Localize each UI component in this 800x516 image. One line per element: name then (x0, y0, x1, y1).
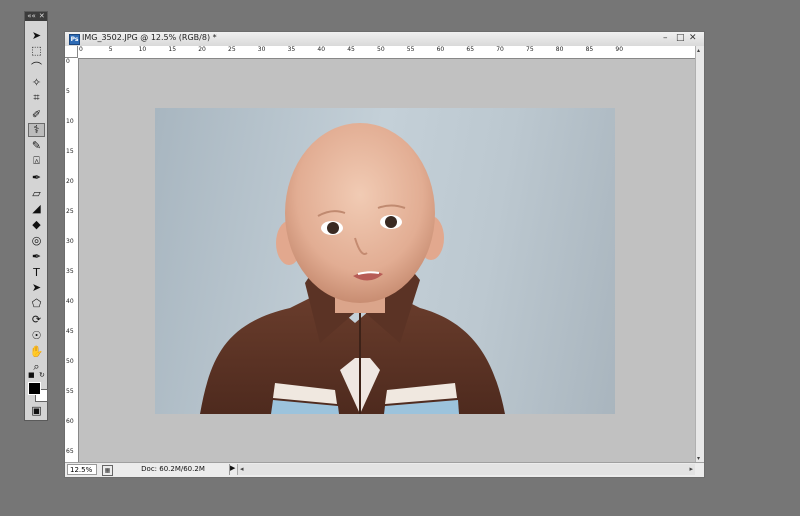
hand-tool-icon[interactable]: ✋ (28, 344, 45, 358)
ruler-top-label: 50 (377, 46, 385, 53)
ruler-origin[interactable] (65, 46, 78, 58)
ruler-top-label: 30 (257, 46, 266, 53)
photoshop-app-icon: Ps (69, 34, 80, 45)
scroll-up-icon[interactable]: ▴ (697, 47, 700, 54)
ruler-left-label: 30 (66, 238, 74, 245)
document-titlebar[interactable]: Ps IMG_3502.JPG @ 12.5% (RGB/8) * – □ ✕ (65, 32, 704, 47)
ruler-left-label: 65 (66, 448, 74, 455)
collapse-panel-icon[interactable]: «« (27, 12, 36, 21)
type-tool-icon[interactable]: T (28, 265, 45, 279)
lasso-tool-icon[interactable]: ⌒ (28, 60, 45, 74)
magic-wand-tool-icon[interactable]: ✧ (28, 75, 45, 89)
blur-tool-icon[interactable]: ◆ (28, 218, 45, 232)
ruler-left-label: 50 (66, 358, 74, 365)
tools-panel: «« ✕ ➤ ⬚ ⌒ ✧ ⌗ ✐ ⚕ ✎ ⍓ ✒ ▱ ◢ ◆ ◎ ✒ T ➤ ⬠ ⟳ ☉ ✋ ⌕ ■ ↻ ▣ (24, 11, 48, 421)
dodge-tool-icon[interactable]: ◎ (28, 233, 45, 247)
child-portrait-photo (200, 123, 505, 414)
ruler-left-label: 10 (66, 118, 74, 125)
eyedropper-tool-icon[interactable]: ✐ (28, 107, 45, 121)
swap-colors-icon[interactable]: ↻ (39, 371, 45, 379)
marquee-tool-icon[interactable]: ⬚ (28, 44, 45, 58)
ruler-left-label: 40 (66, 298, 74, 305)
quick-mask-icon[interactable]: ▣ (28, 403, 45, 417)
ruler-left-label: 35 (66, 268, 74, 275)
document-size-info: Doc: 60.2M/60.2M (117, 464, 230, 475)
ruler-top-label: 65 (466, 46, 475, 53)
path-selection-tool-icon[interactable]: ➤ (28, 281, 45, 295)
ruler-top-label: 70 (496, 46, 504, 53)
horizontal-scrollbar[interactable]: ◂ ▸ (237, 464, 695, 475)
ruler-top-label: 40 (317, 46, 326, 53)
ruler-top-label: 5 (108, 46, 113, 53)
ruler-left-label: 60 (66, 418, 74, 425)
ruler-top-label: 45 (347, 46, 355, 53)
ruler-left-label: 45 (66, 328, 74, 335)
horizontal-ruler[interactable]: 0 5 10 15 20 25 30 35 40 45 50 55 60 65 70 75 80 85 90 (78, 46, 696, 59)
ruler-top-label: 80 (555, 46, 564, 53)
3d-orbit-tool-icon[interactable]: ☉ (28, 328, 45, 342)
3d-rotate-tool-icon[interactable]: ⟳ (28, 312, 45, 326)
ruler-left-label: 25 (66, 208, 74, 215)
ruler-left-label: 5 (66, 88, 70, 95)
healing-brush-tool-icon[interactable]: ⚕ (28, 122, 45, 137)
ruler-left-label: 20 (66, 178, 74, 185)
move-tool-icon[interactable]: ➤ (28, 28, 45, 42)
scroll-right-icon[interactable]: ▸ (689, 464, 693, 475)
ruler-top-label: 60 (436, 46, 445, 53)
ruler-left-label: 55 (66, 388, 74, 395)
zoom-level-field[interactable]: 12.5% (67, 464, 97, 475)
scroll-left-icon[interactable]: ◂ (240, 464, 244, 475)
ruler-left-label: 15 (66, 148, 74, 155)
ruler-top-label: 35 (287, 46, 296, 53)
pen-tool-icon[interactable]: ✒ (28, 249, 45, 263)
ruler-top-label: 25 (228, 46, 236, 53)
status-bar: 12.5% ▦ Doc: 60.2M/60.2M ▶ ◂ ▸ (65, 462, 704, 477)
default-colors-icon[interactable]: ■ (28, 371, 35, 379)
ruler-top-label: 10 (138, 46, 147, 53)
clone-stamp-tool-icon[interactable]: ⍓ (28, 154, 45, 168)
vertical-scrollbar[interactable]: ▴ ▾ (695, 46, 704, 463)
ruler-top-label: 20 (198, 46, 206, 53)
image-content[interactable] (155, 108, 615, 414)
shape-tool-icon[interactable]: ⬠ (28, 297, 45, 311)
ruler-top-label: 0 (79, 46, 83, 53)
crop-tool-icon[interactable]: ⌗ (28, 91, 45, 105)
ruler-top-label: 75 (526, 46, 534, 53)
ruler-top-label: 85 (585, 46, 594, 53)
ruler-top-label: 15 (168, 46, 177, 53)
foreground-color-swatch[interactable] (28, 382, 41, 395)
history-brush-tool-icon[interactable]: ✒ (28, 170, 45, 184)
close-panel-icon[interactable]: ✕ (39, 12, 45, 21)
ruler-top-label: 55 (406, 46, 415, 53)
eraser-tool-icon[interactable]: ▱ (28, 186, 45, 200)
vertical-ruler[interactable]: 0 5 10 15 20 25 30 35 40 45 50 55 60 65 (65, 58, 79, 463)
ruler-top-label: 90 (615, 46, 624, 53)
brush-tool-icon[interactable]: ✎ (28, 139, 45, 153)
status-menu-icon[interactable]: ▦ (102, 465, 113, 476)
ruler-left-label: 0 (66, 58, 70, 65)
minimize-icon[interactable]: – (663, 33, 668, 43)
status-menu-arrow-icon[interactable]: ▶ (230, 464, 235, 472)
maximize-icon[interactable]: □ (676, 33, 685, 43)
scroll-down-icon[interactable]: ▾ (697, 455, 700, 462)
document-title: IMG_3502.JPG @ 12.5% (RGB/8) * (82, 33, 217, 42)
close-icon[interactable]: ✕ (689, 33, 697, 43)
paint-bucket-tool-icon[interactable]: ◢ (28, 202, 45, 216)
tools-panel-titlebar[interactable]: «« ✕ (25, 12, 47, 21)
